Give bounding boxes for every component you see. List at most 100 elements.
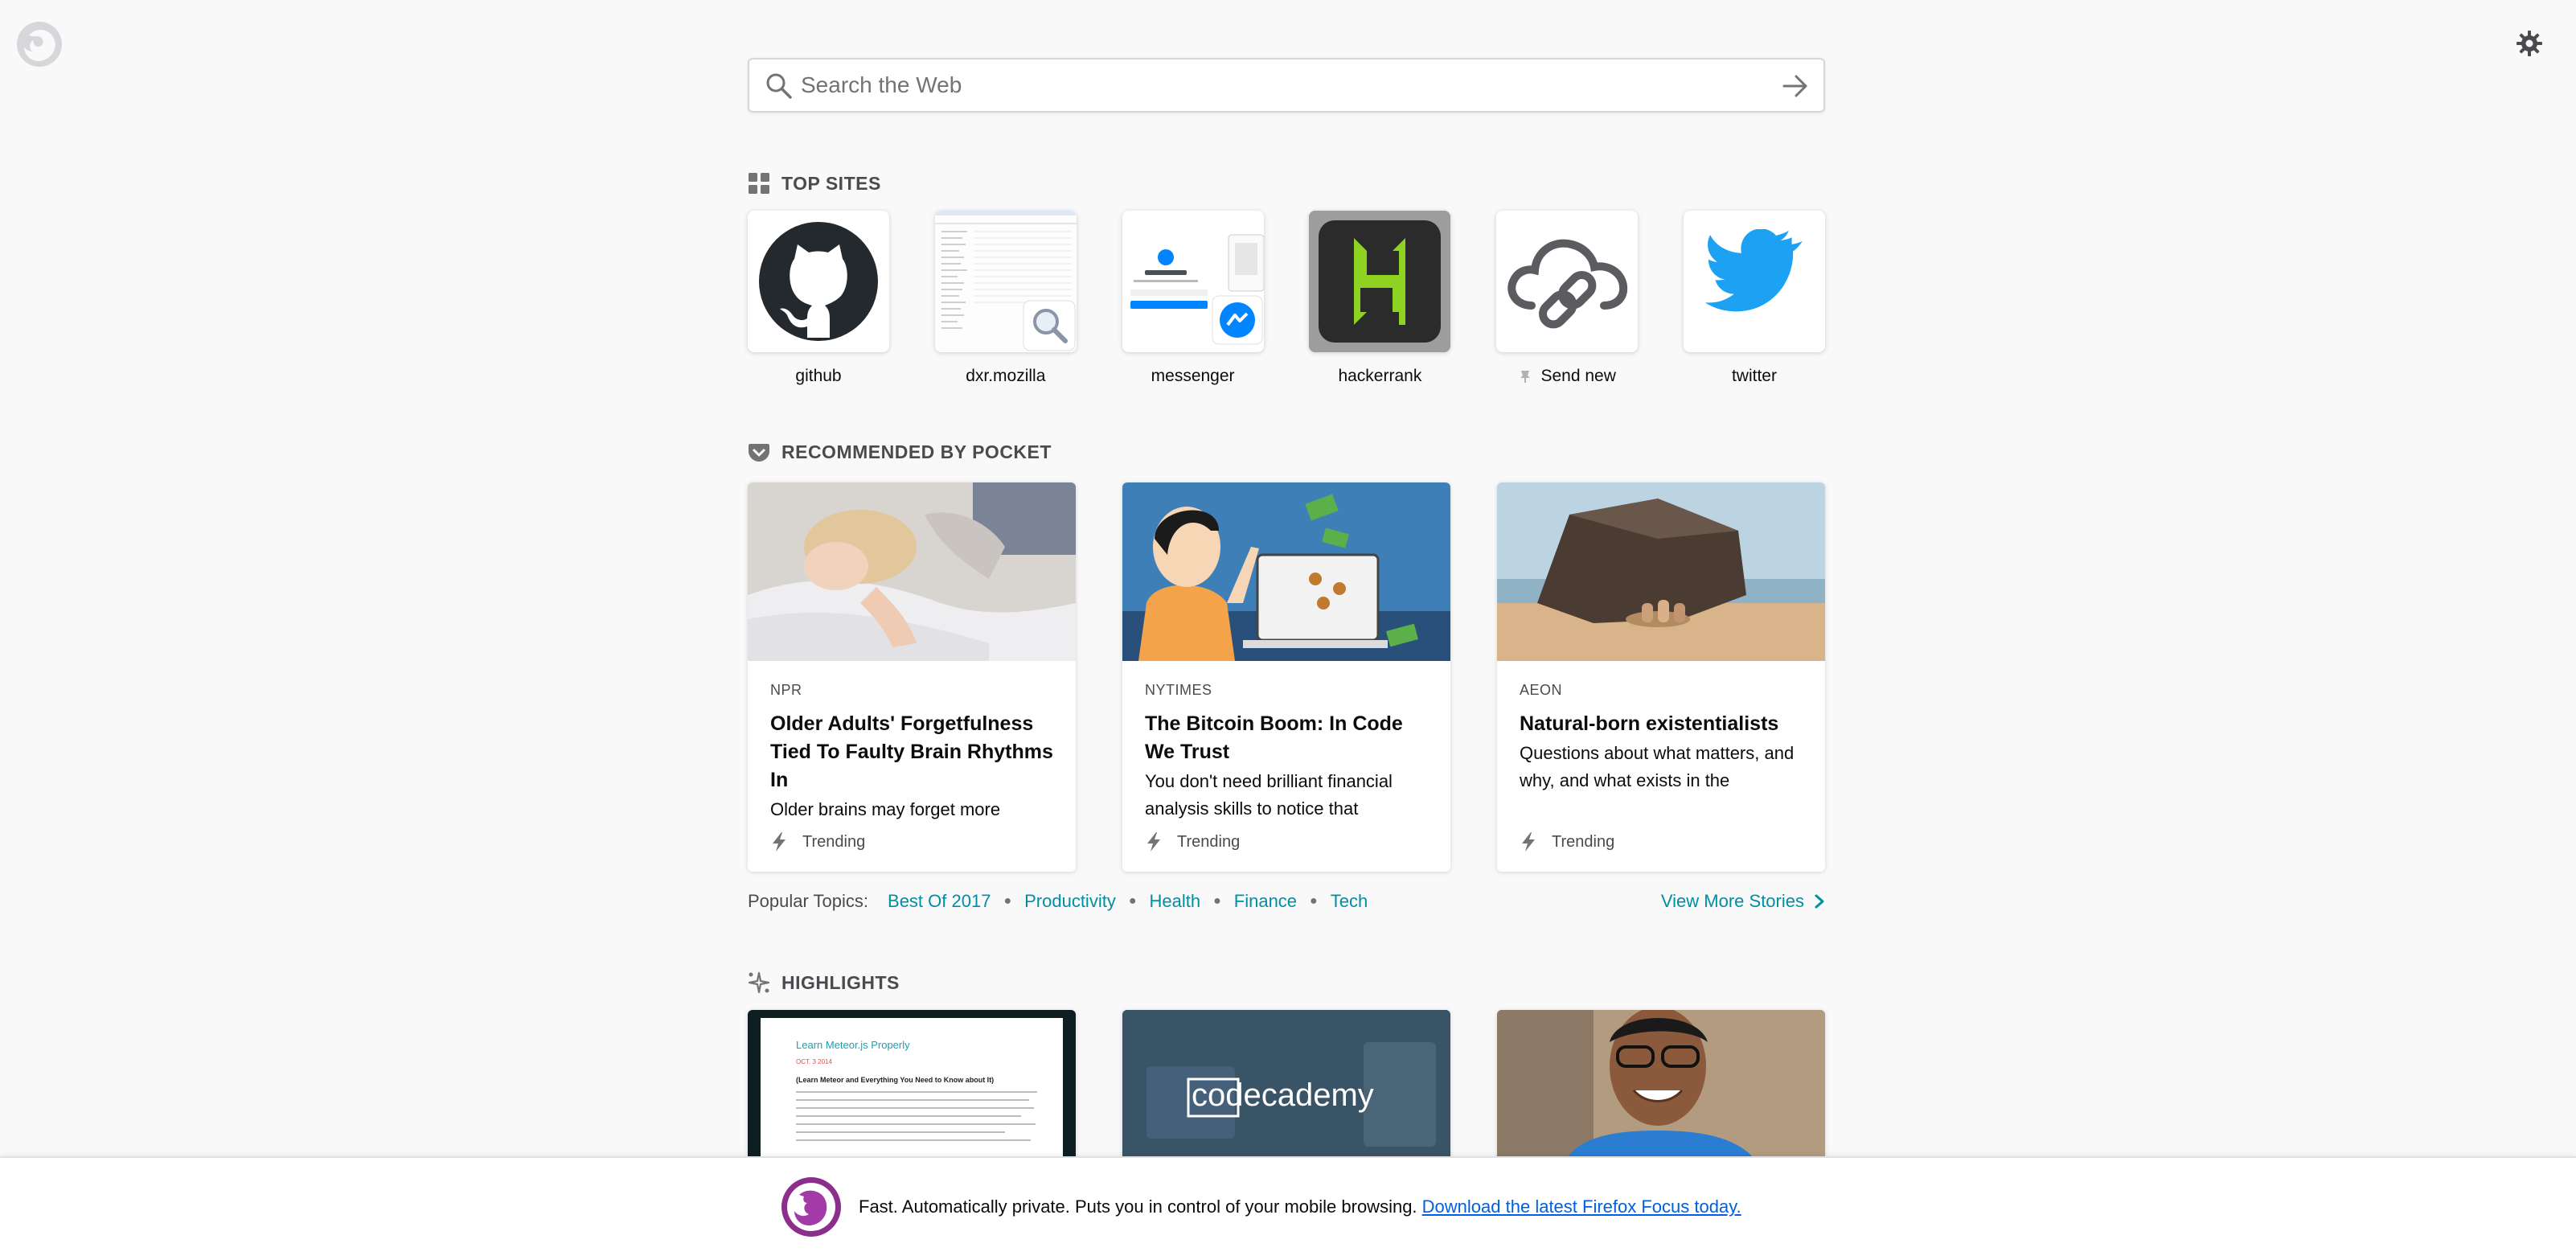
popular-topics-label: Popular Topics: <box>748 891 869 911</box>
top-site-label: messenger <box>1151 367 1235 385</box>
messenger-page-screenshot-icon <box>1122 211 1264 352</box>
highlights-sparkle-icon <box>748 971 770 994</box>
top-site-label: dxr.mozilla <box>966 367 1046 385</box>
card-context: Trending <box>1520 831 1614 852</box>
trending-bolt-icon <box>1522 832 1535 852</box>
pocket-cards: NPR Older Adults' Forgetfulness Tied To … <box>748 482 1825 872</box>
card-title: Natural-born existentialists <box>1520 712 1779 735</box>
topic-link[interactable]: Finance <box>1234 891 1297 912</box>
top-site-twitter-thumbnail <box>1683 211 1825 352</box>
trending-bolt-icon <box>773 832 786 852</box>
pin-icon <box>1520 371 1531 383</box>
card-source: NYTIMES <box>1145 682 1212 698</box>
top-site-send-new-thumbnail <box>1496 211 1639 352</box>
hackerrank-h-icon <box>1309 211 1451 352</box>
pocket-card[interactable]: NYTIMES The Bitcoin Boom: In Code We Tru… <box>1122 482 1450 872</box>
chevron-right-icon <box>1815 894 1824 909</box>
top-site-label: twitter <box>1731 367 1777 385</box>
card-image-sleeping-woman <box>748 482 1076 661</box>
top-site-label: hackerrank <box>1338 367 1422 385</box>
card-context-label: Trending <box>802 832 866 851</box>
card-title: Older Adults' Forgetfulness Tied To Faul… <box>770 712 1053 791</box>
view-more-stories-link[interactable]: View More Stories <box>1661 891 1825 912</box>
top-site-hackerrank[interactable]: hackerrank <box>1309 211 1451 386</box>
top-site-hackerrank-thumbnail <box>1309 211 1451 352</box>
highlight-card[interactable]: Learn Meteor.js Properly OCT. 3 2014 (Le… <box>748 1010 1076 1171</box>
top-site-twitter[interactable]: twitter <box>1683 211 1825 386</box>
card-excerpt: Older brains may forget more <box>770 799 1001 819</box>
topic-link[interactable]: Health <box>1150 891 1201 912</box>
top-sites-list: github dxr.mozilla messenger hackerrank … <box>748 211 1825 386</box>
topic-separator: ● <box>1310 894 1318 908</box>
highlight-card[interactable]: codecademy <box>1122 1010 1450 1171</box>
snippet-content: Fast. Automatically private. Puts you in… <box>780 1176 1741 1238</box>
firefox-focus-logo-icon <box>781 1177 841 1237</box>
topic-separator: ● <box>1213 894 1221 908</box>
preview-heading: Learn Meteor.js Properly <box>796 1039 910 1051</box>
top-site-github-thumbnail <box>748 211 889 352</box>
pocket-icon <box>749 444 769 462</box>
search-icon <box>766 73 792 99</box>
highlights-cards: Learn Meteor.js Properly OCT. 3 2014 (Le… <box>748 1010 1825 1171</box>
highlight-page-preview: Learn Meteor.js Properly OCT. 3 2014 (Le… <box>761 1018 1063 1171</box>
codecademy-logo-right: cademy <box>1261 1077 1374 1113</box>
topic-link[interactable]: Tech <box>1331 891 1368 912</box>
topic-link[interactable]: Productivity <box>1024 891 1116 912</box>
settings-gear-icon[interactable] <box>2513 27 2545 60</box>
top-site-github[interactable]: github <box>748 211 889 386</box>
pocket-header: RECOMMENDED BY POCKET <box>748 441 1825 463</box>
topic-separator: ● <box>1003 894 1012 908</box>
top-site-messenger-thumbnail <box>1122 211 1264 352</box>
top-site-label: github <box>795 367 842 385</box>
card-excerpt: You don't need brilliant financial analy… <box>1145 771 1393 819</box>
newtab-main: TOP SITES github <box>748 58 1825 1171</box>
top-site-messenger[interactable]: messenger <box>1122 211 1264 386</box>
top-site-dxr-mozilla-thumbnail <box>934 211 1077 352</box>
popular-topics: Popular Topics: Best Of 2017 ● Productiv… <box>748 891 1825 912</box>
card-source: AEON <box>1520 682 1563 698</box>
snippet-message: Fast. Automatically private. Puts you in… <box>859 1196 1417 1217</box>
card-source: NPR <box>770 682 802 698</box>
card-image-bitcoin-illustration <box>1122 482 1450 661</box>
card-excerpt: Questions about what matters, and why, a… <box>1520 743 1795 790</box>
twitter-bird-icon <box>1704 229 1803 312</box>
card-context-label: Trending <box>1552 832 1615 851</box>
topic-separator: ● <box>1128 894 1137 908</box>
top-site-send-new[interactable]: Send new <box>1496 211 1639 386</box>
snippet-bar: Fast. Automatically private. Puts you in… <box>0 1156 2576 1256</box>
top-sites-header: TOP SITES <box>748 172 1825 195</box>
pocket-title: RECOMMENDED BY POCKET <box>781 441 1052 462</box>
pocket-card[interactable]: AEON Natural-born existentialists Questi… <box>1497 482 1825 872</box>
snippet-download-link[interactable]: Download the latest Firefox Focus today. <box>1422 1196 1741 1217</box>
pocket-card[interactable]: NPR Older Adults' Forgetfulness Tied To … <box>748 482 1076 872</box>
codecademy-logo-left: code <box>1192 1077 1261 1113</box>
search-submit-arrow-icon[interactable] <box>1780 71 1811 101</box>
highlights-header: HIGHLIGHTS <box>748 971 1825 994</box>
codecademy-logo: codecademy <box>1192 1077 1374 1114</box>
trending-bolt-icon <box>1147 832 1160 852</box>
search-bar <box>748 58 1825 113</box>
top-site-label: Send new <box>1540 367 1616 385</box>
card-context-label: Trending <box>1177 832 1241 851</box>
card-context: Trending <box>770 831 865 852</box>
card-image-beach-wreck <box>1497 482 1825 661</box>
top-sites-title: TOP SITES <box>781 172 881 194</box>
preview-date: OCT. 3 2014 <box>796 1058 832 1065</box>
preview-text-lines <box>796 1091 1037 1141</box>
card-context: Trending <box>1145 831 1240 852</box>
dxr-page-screenshot-icon <box>934 211 1077 352</box>
top-sites-grid-icon <box>749 173 769 194</box>
topic-link[interactable]: Best Of 2017 <box>888 891 991 912</box>
top-site-dxr-mozilla[interactable]: dxr.mozilla <box>934 211 1077 386</box>
highlight-card[interactable] <box>1497 1010 1825 1171</box>
search-input[interactable] <box>801 61 1749 109</box>
card-title: The Bitcoin Boom: In Code We Trust <box>1145 712 1403 763</box>
snippet-text: Fast. Automatically private. Puts you in… <box>859 1196 1741 1217</box>
view-more-stories-label: View More Stories <box>1660 891 1804 911</box>
highlights-title: HIGHLIGHTS <box>781 971 900 993</box>
github-octocat-icon <box>759 222 878 341</box>
preview-subheading: (Learn Meteor and Everything You Need to… <box>796 1076 995 1084</box>
cloud-link-icon <box>1507 239 1628 329</box>
firefox-logo-icon <box>17 22 62 67</box>
highlight-photo-smiling-man <box>1497 1010 1825 1171</box>
